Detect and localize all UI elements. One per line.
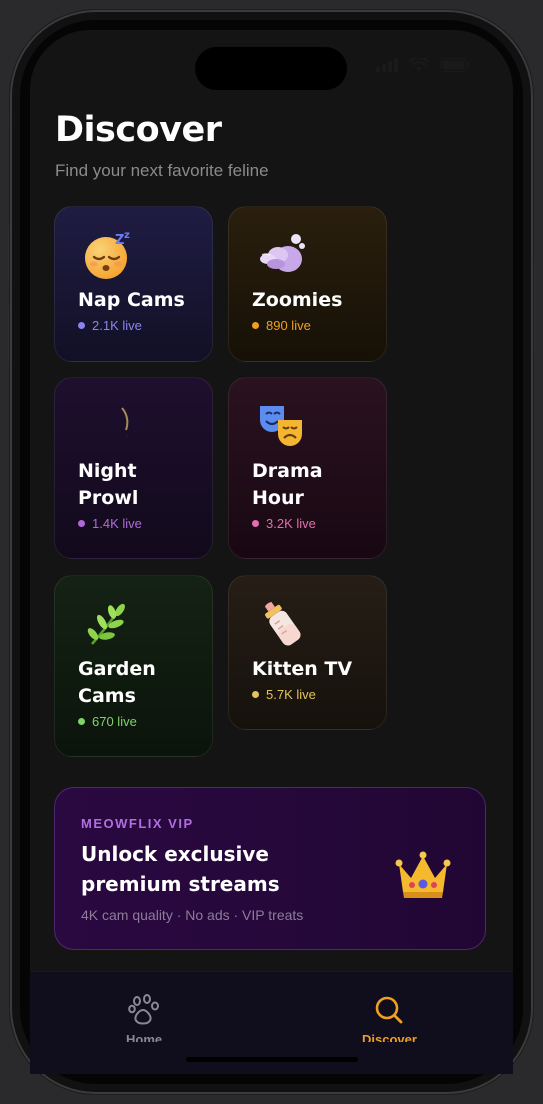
live-count: 890 live xyxy=(252,318,386,333)
status-icons xyxy=(376,58,470,72)
battery-icon xyxy=(440,58,470,72)
live-count-text: 670 live xyxy=(92,714,137,729)
category-card-garden-cams[interactable]: Garden Cams 670 live xyxy=(54,575,213,757)
sleeping-face-icon: Z z xyxy=(85,230,130,279)
live-count: 3.2K live xyxy=(252,516,386,531)
tab-discover-label: Discover xyxy=(362,1032,417,1042)
category-name: Kitten TV xyxy=(252,658,353,680)
vip-features: 4K cam quality · No ads · VIP treats xyxy=(81,907,304,923)
page-title: Discover xyxy=(55,110,222,150)
vip-kicker: MEOWFLIX VIP xyxy=(81,816,194,831)
crescent-moon-icon xyxy=(92,407,130,448)
baby-bottle-icon xyxy=(264,602,301,646)
category-card-zoomies[interactable]: Zoomies 890 live xyxy=(228,206,387,362)
category-name: Drama Hour xyxy=(252,460,323,509)
live-count: 2.1K live xyxy=(78,318,212,333)
tab-home[interactable]: Home xyxy=(126,994,162,1042)
tab-home-label: Home xyxy=(126,1032,163,1042)
signal-icon xyxy=(376,58,398,72)
live-dot xyxy=(78,520,85,527)
herb-icon xyxy=(87,603,125,645)
category-card-nap-cams[interactable]: Z z Nap Cams 2.1K live xyxy=(54,206,213,362)
category-card-night-prowl[interactable]: Night Prowl 1.4K live xyxy=(54,377,213,559)
dash-cloud-icon xyxy=(260,234,305,272)
live-count-text: 3.2K live xyxy=(266,516,316,531)
vip-banner[interactable]: MEOWFLIX VIP Unlock exclusive premium st… xyxy=(54,787,486,950)
crown-icon xyxy=(395,851,451,898)
live-count-text: 890 live xyxy=(266,318,311,333)
category-card-kitten-tv[interactable]: Kitten TV 5.7K live xyxy=(228,575,387,730)
category-card-drama-hour[interactable]: Drama Hour 3.2K live xyxy=(228,377,387,559)
live-count-text: 1.4K live xyxy=(92,516,142,531)
vip-headline: Unlock exclusive premium streams xyxy=(81,842,280,896)
paw-icon xyxy=(128,994,160,1025)
dynamic-island xyxy=(195,47,347,90)
category-name: Garden Cams xyxy=(78,658,156,707)
svg-text:z: z xyxy=(124,230,130,241)
live-dot xyxy=(252,322,259,329)
category-name: Nap Cams xyxy=(78,289,185,311)
page-subtitle: Find your next favorite feline xyxy=(55,161,269,180)
category-name: Zoomies xyxy=(252,289,343,311)
live-count: 670 live xyxy=(78,714,212,729)
live-dot xyxy=(78,718,85,725)
live-count-text: 2.1K live xyxy=(92,318,142,333)
tab-discover[interactable]: Discover xyxy=(362,994,417,1042)
live-count: 5.7K live xyxy=(252,687,386,702)
live-count-text: 5.7K live xyxy=(266,687,316,702)
category-name: Night Prowl xyxy=(78,460,139,509)
status-time: 9:41 xyxy=(62,56,117,80)
theater-masks-icon xyxy=(260,406,302,446)
home-indicator xyxy=(186,1057,358,1062)
search-icon xyxy=(376,996,403,1024)
live-dot xyxy=(252,691,259,698)
live-dot xyxy=(78,322,85,329)
live-dot xyxy=(252,520,259,527)
wifi-icon xyxy=(409,58,429,71)
live-count: 1.4K live xyxy=(78,516,212,531)
